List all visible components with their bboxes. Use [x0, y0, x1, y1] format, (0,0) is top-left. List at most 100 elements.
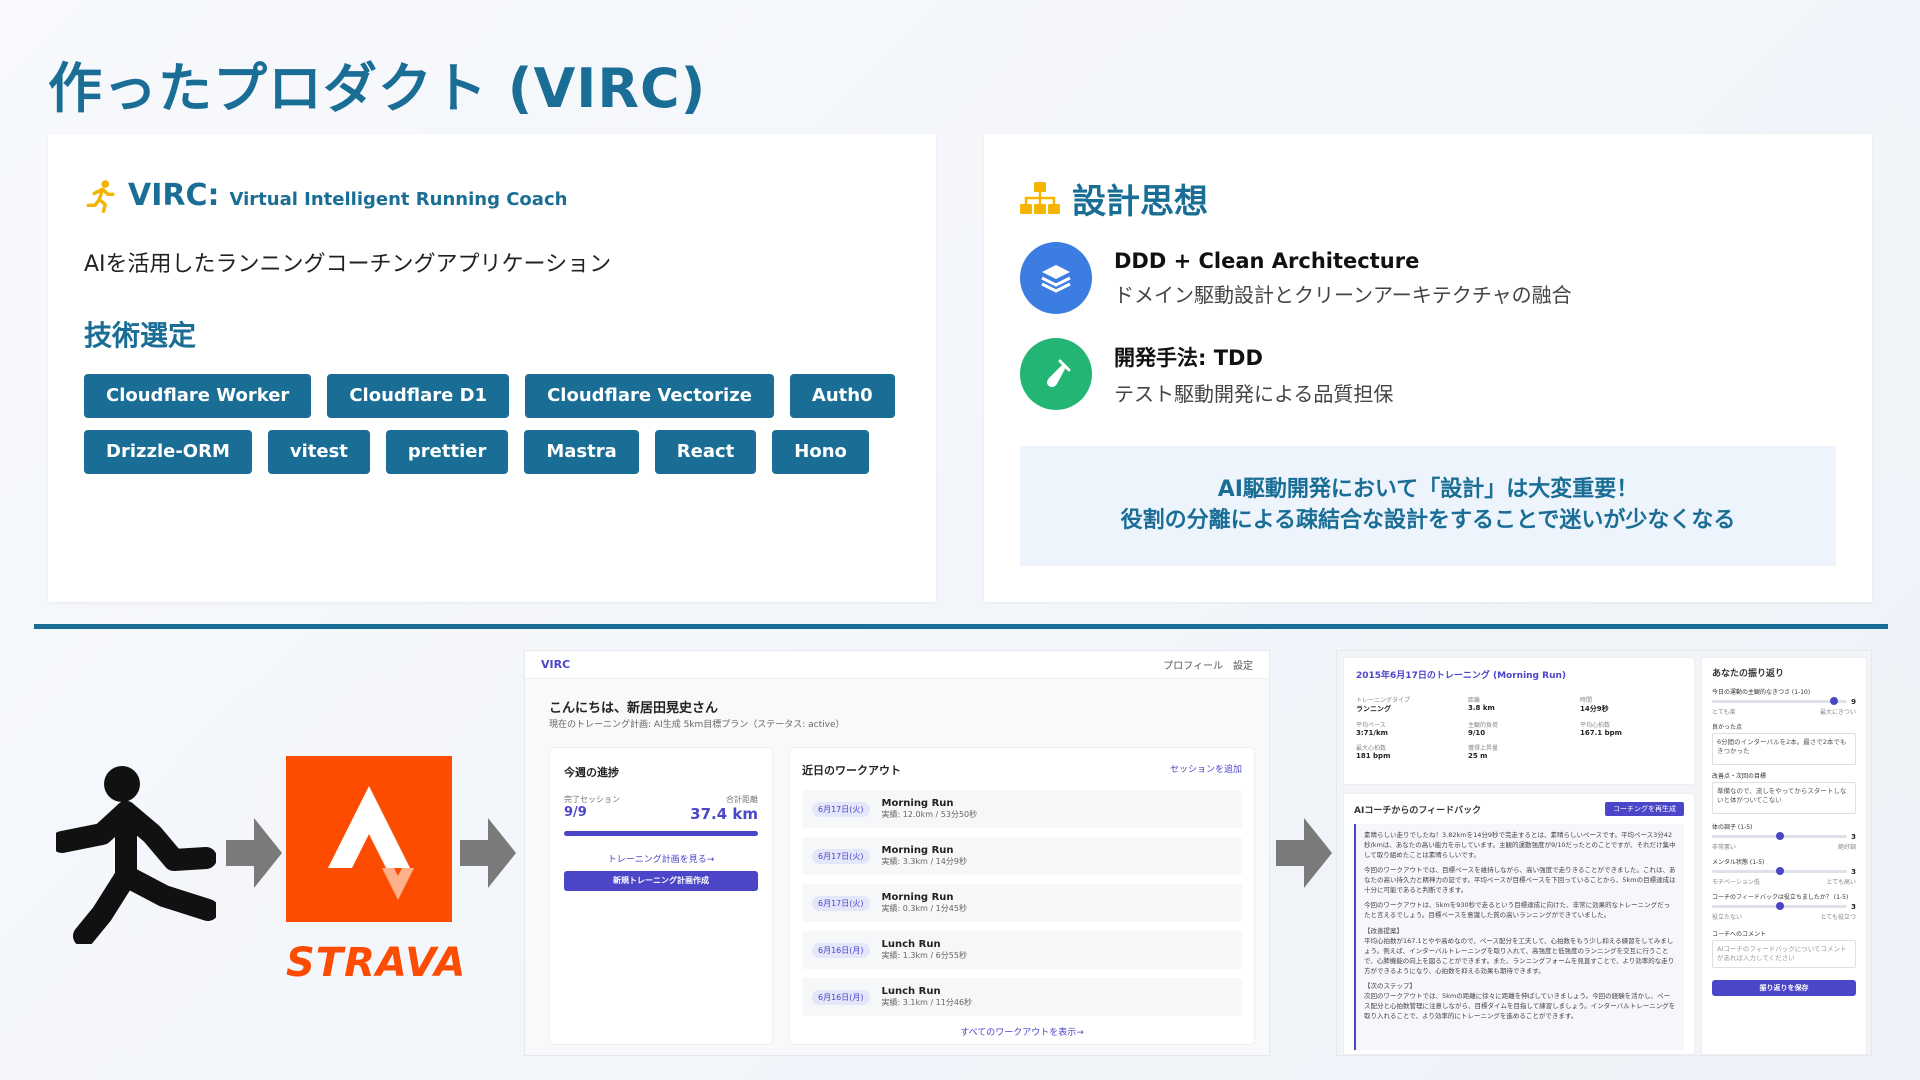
workout-date: 6月17日(火) — [812, 801, 870, 817]
design-header: 設計思想 — [1020, 174, 1208, 223]
distance-value: 37.4 km — [690, 805, 758, 823]
feedback-paragraph: 今回のワークアウトでは、目標ペースを維持しながら、高い強度で走りきることができま… — [1364, 866, 1676, 895]
body-slider[interactable] — [1712, 832, 1848, 840]
stat-label: 獲得上昇量 — [1468, 745, 1499, 752]
good-label: 良かった点 — [1712, 724, 1743, 731]
workout-item[interactable]: 6月16日(月) Lunch Run 実績: 1.3km / 6分55秒 — [802, 931, 1242, 969]
save-reflection-button[interactable]: 振り返りを保存 — [1712, 980, 1856, 996]
workouts-title: 近日のワークアウト — [802, 764, 901, 777]
principle-subtitle: ドメイン駆動設計とクリーンアーキテクチャの融合 — [1114, 282, 1572, 307]
mental-value: 3 — [1851, 867, 1856, 876]
effort-slider[interactable] — [1712, 697, 1848, 705]
mental-slider[interactable] — [1712, 867, 1848, 875]
weekly-title: 今週の進捗 — [564, 766, 619, 779]
tech-tag: Hono — [772, 430, 869, 474]
feedback-body: 素晴らしい走りでしたね！3.82kmを14分9秒で完走するとは、素晴らしいペース… — [1354, 824, 1684, 1050]
strava-logo — [286, 756, 452, 922]
progress-bar — [564, 831, 758, 836]
mental-scale: モチベーション低 とても高い — [1712, 877, 1856, 886]
useful-label: コーチのフィードバックは役立ちましたか？ (1-5) — [1712, 894, 1849, 901]
feedback-heading: 【次のステップ】 — [1364, 981, 1416, 990]
stat-value: 181 bpm — [1356, 752, 1391, 760]
running-person-icon — [86, 179, 115, 213]
stat-cell: トレーニングタイプ ランニング — [1356, 695, 1458, 714]
progress-bar-fill — [564, 831, 758, 836]
workout-date: 6月16日(月) — [812, 942, 870, 958]
stat-label: 時間 — [1580, 697, 1593, 704]
body-slider-knob[interactable] — [1775, 832, 1784, 840]
useful-slider-knob[interactable] — [1775, 902, 1784, 910]
effort-slider-knob[interactable] — [1829, 697, 1838, 705]
scale-min: 非常悪い — [1712, 844, 1737, 851]
body-value: 3 — [1851, 832, 1856, 841]
callout-line-2: 役割の分離による疎結合な設計をすることで迷いが少なくなる — [1120, 508, 1736, 533]
weekly-progress-card: 今週の進捗 完了セッション 9/9 合計距離 37.4 km トレーニング計画を… — [549, 747, 773, 1045]
virc-name: VIRC: — [128, 178, 220, 213]
add-session-link[interactable]: セッションを追加 — [1170, 762, 1242, 778]
design-callout: AI駆動開発において「設計」は大変重要！ 役割の分離による疎結合な設計をすること… — [1020, 446, 1836, 566]
stat-label: 平均心拍数 — [1580, 722, 1611, 729]
stat-value: 3:71/km — [1356, 729, 1388, 737]
workout-detail: 実績: 3.1km / 11分46秒 — [881, 998, 973, 1007]
workout-item[interactable]: 6月17日(火) Morning Run 実績: 3.3km / 14分9秒 — [802, 837, 1242, 875]
view-plan-link[interactable]: トレーニング計画を見る→ — [564, 852, 758, 865]
stat-cell: 平均ペース 3:71/km — [1356, 720, 1458, 737]
current-plan: 現在のトレーニング計画: AI生成 5km目標プラン（ステータス: active… — [549, 720, 845, 730]
app-home-screenshot: VIRC プロフィール 設定 こんにちは、新居田晃史さん 現在のトレーニング計画… — [524, 650, 1270, 1056]
arrow-right-icon — [460, 818, 516, 888]
useful-row: 3 — [1712, 901, 1856, 912]
stat-value: 9/10 — [1468, 729, 1486, 737]
design-philosophy-card: 設計思想 DDD + Clean Architecture ドメイン駆動設計とク… — [984, 134, 1872, 602]
principle-title: DDD + Clean Architecture — [1114, 248, 1420, 273]
upcoming-workouts-card: 近日のワークアウト セッションを追加 6月17日(火) Morning Run 実… — [789, 747, 1255, 1045]
virc-header: VIRC: Virtual Intelligent Running Coach — [84, 178, 567, 213]
scale-max: とても高い — [1826, 879, 1856, 886]
app-nav[interactable]: プロフィール 設定 — [1163, 657, 1253, 672]
regenerate-coaching-button[interactable]: コーチングを再生成 — [1605, 802, 1684, 816]
new-plan-button[interactable]: 新規トレーニング計画作成 — [564, 871, 758, 891]
body-label: 体の調子 (1-5) — [1712, 824, 1753, 831]
principle-subtitle: テスト駆動開発による品質担保 — [1114, 381, 1394, 406]
stat-cell: 最大心拍数 181 bpm — [1356, 743, 1458, 760]
stat-value: 167.1 bpm — [1580, 729, 1622, 737]
tech-tag: React — [654, 430, 757, 474]
feedback-paragraph: 次回のワークアウトでは、5kmの距離に徐々に距離を伸ばしていきましょう。今回の経… — [1364, 991, 1676, 1020]
useful-scale: 役立たない とても役立つ — [1712, 912, 1856, 921]
stat-label: トレーニングタイプ — [1356, 697, 1411, 704]
reflection-title: あなたの振り返り — [1712, 669, 1785, 679]
training-stats-grid: トレーニングタイプ ランニング 距離 3.8 km 時間 14分9秒 平均ペース 3:7… — [1356, 695, 1682, 760]
tech-tag: vitest — [267, 430, 370, 474]
stat-value: 3.8 km — [1468, 704, 1495, 712]
stat-cell: 獲得上昇量 25 m — [1468, 743, 1570, 760]
tech-tag: Cloudflare Vectorize — [525, 374, 774, 418]
app-brand[interactable]: VIRC — [541, 658, 570, 671]
test-tube-icon — [1020, 338, 1092, 410]
strava-mark-icon — [328, 786, 414, 900]
feedback-paragraph: 素晴らしい走りでしたね！3.82kmを14分9秒で完走するとは、素晴らしいペース… — [1364, 831, 1676, 860]
good-points-field[interactable]: 6分間のインターバルを2本。最さで2本でもきつかった — [1712, 733, 1856, 765]
tech-tag: prettier — [385, 430, 509, 474]
stat-cell: 平均心拍数 167.1 bpm — [1580, 720, 1682, 737]
scale-max: とても役立つ — [1820, 914, 1856, 921]
principle-ddd: DDD + Clean Architecture ドメイン駆動設計とクリーンアー… — [1020, 242, 1572, 314]
virc-overview-card: VIRC: Virtual Intelligent Running Coach … — [48, 134, 936, 602]
sessions-label: 完了セッション — [564, 795, 620, 804]
tech-tag: Auth0 — [789, 374, 895, 418]
stat-label: 最大心拍数 — [1356, 745, 1387, 752]
useful-slider[interactable] — [1712, 902, 1848, 910]
tech-tag-row-1: Cloudflare Worker Cloudflare D1 Cloudfla… — [84, 374, 895, 418]
improve-field[interactable]: 準備なので、流しをやってからスタートしないと体がついてこない — [1712, 782, 1856, 814]
workout-item[interactable]: 6月17日(火) Morning Run 実績: 0.3km / 1分45秒 — [802, 884, 1242, 922]
training-stats-panel: 2015年6月17日のトレーニング (Morning Run) トレーニングタイ… — [1343, 657, 1695, 785]
workout-item[interactable]: 6月16日(月) Lunch Run 実績: 3.1km / 11分46秒 — [802, 978, 1242, 1016]
comment-field[interactable]: AIコーチのフィードバックについてコメントがあれば入力してください — [1712, 940, 1856, 968]
reflection-panel: あなたの振り返り 今日の運動の主観的なきつさ (1-10) 9 とても楽 最大にき… — [1701, 657, 1867, 1055]
workout-detail: 実績: 1.3km / 6分55秒 — [881, 951, 967, 960]
workout-name: Morning Run — [881, 845, 954, 856]
feedback-title: AIコーチからのフィードバック — [1354, 805, 1482, 816]
workout-name: Lunch Run — [881, 986, 941, 997]
mental-slider-knob[interactable] — [1775, 867, 1784, 875]
all-workouts-link[interactable]: すべてのワークアウトを表示→ — [802, 1025, 1242, 1038]
stat-cell: 主観的負荷 9/10 — [1468, 720, 1570, 737]
workout-item[interactable]: 6月17日(火) Morning Run 実績: 12.0km / 53分50秒 — [802, 790, 1242, 828]
